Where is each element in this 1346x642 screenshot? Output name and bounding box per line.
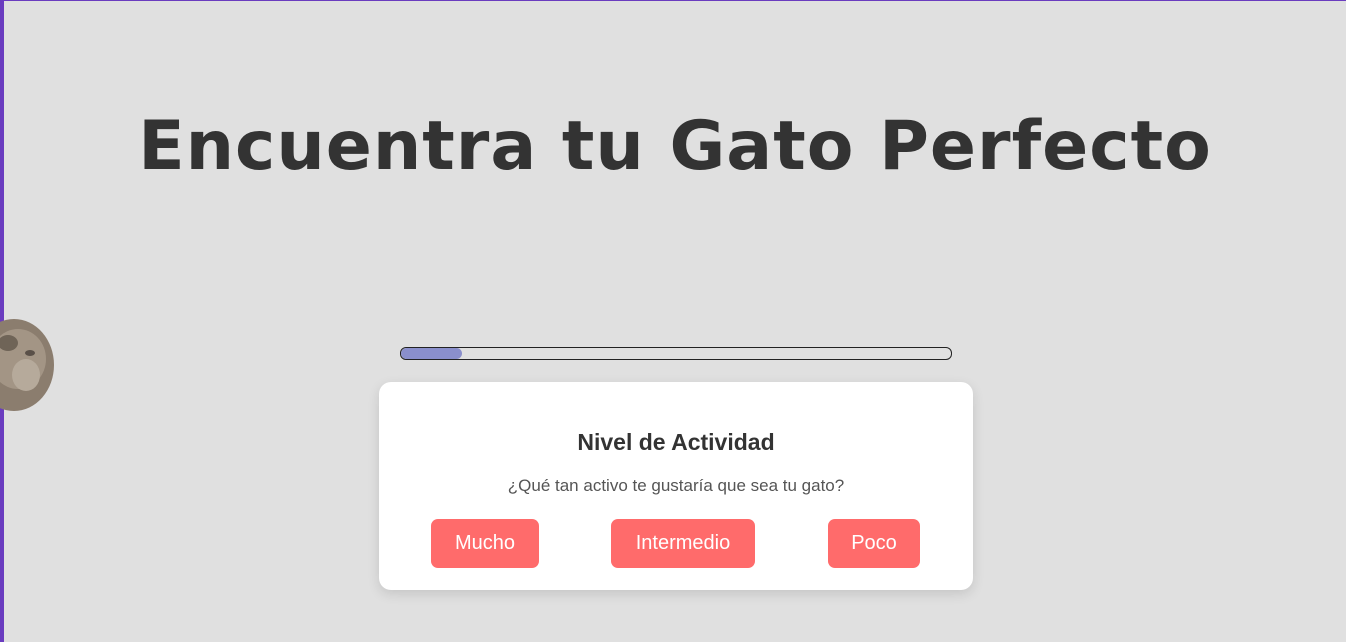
question-title: Nivel de Actividad: [577, 429, 775, 455]
page-title: Encuentra tu Gato Perfecto: [138, 107, 1212, 186]
progress-bar-fill: [401, 348, 462, 359]
option-mucho-button[interactable]: Mucho: [431, 519, 539, 568]
option-poco-button[interactable]: Poco: [828, 519, 920, 568]
progress-bar: [400, 347, 952, 360]
question-text: ¿Qué tan activo te gustaría que sea tu g…: [507, 476, 845, 495]
question-card: Nivel de Actividad ¿Qué tan activo te gu…: [379, 382, 973, 590]
cat-image: [0, 319, 54, 411]
option-intermedio-button[interactable]: Intermedio: [611, 519, 755, 568]
